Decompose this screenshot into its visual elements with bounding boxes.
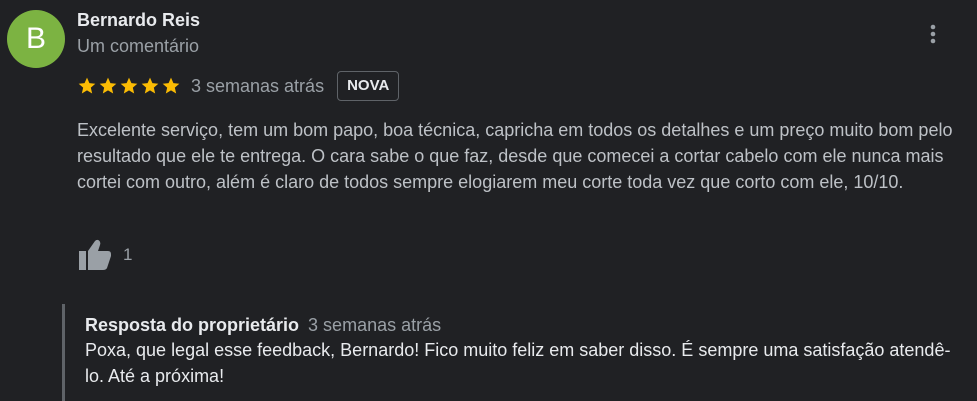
owner-reply-date: 3 semanas atrás (308, 315, 442, 335)
star-icon (99, 77, 117, 94)
owner-reply: Resposta do proprietário 3 semanas atrás… (62, 304, 975, 401)
like-button[interactable] (77, 237, 113, 273)
thumbs-up-icon (79, 239, 111, 270)
owner-reply-text: Poxa, que legal esse feedback, Bernardo!… (85, 340, 951, 386)
owner-reply-title: Resposta do proprietário (85, 315, 300, 335)
avatar[interactable]: B (7, 10, 65, 68)
star-icon (120, 77, 138, 94)
more-options-button[interactable] (921, 21, 945, 47)
star-icon (141, 77, 159, 94)
more-vert-icon (930, 24, 936, 44)
author-name[interactable]: Bernardo Reis (77, 9, 200, 31)
review-card: B Bernardo Reis Um comentário 3 semanas … (0, 0, 977, 401)
like-row: 1 (77, 237, 132, 273)
like-count: 1 (123, 245, 133, 264)
owner-reply-header: Resposta do proprietário 3 semanas atrás (85, 313, 975, 337)
review-text: Excelente serviço, tem um bom papo, boa … (77, 120, 953, 192)
star-icon (162, 77, 180, 94)
review-date: 3 semanas atrás (191, 75, 325, 96)
new-badge: NOVA (337, 71, 400, 101)
star-rating (77, 76, 182, 96)
star-icon (78, 77, 96, 94)
author-review-count: Um comentário (77, 36, 200, 56)
rating-row: 3 semanas atrás NOVA (77, 71, 400, 101)
